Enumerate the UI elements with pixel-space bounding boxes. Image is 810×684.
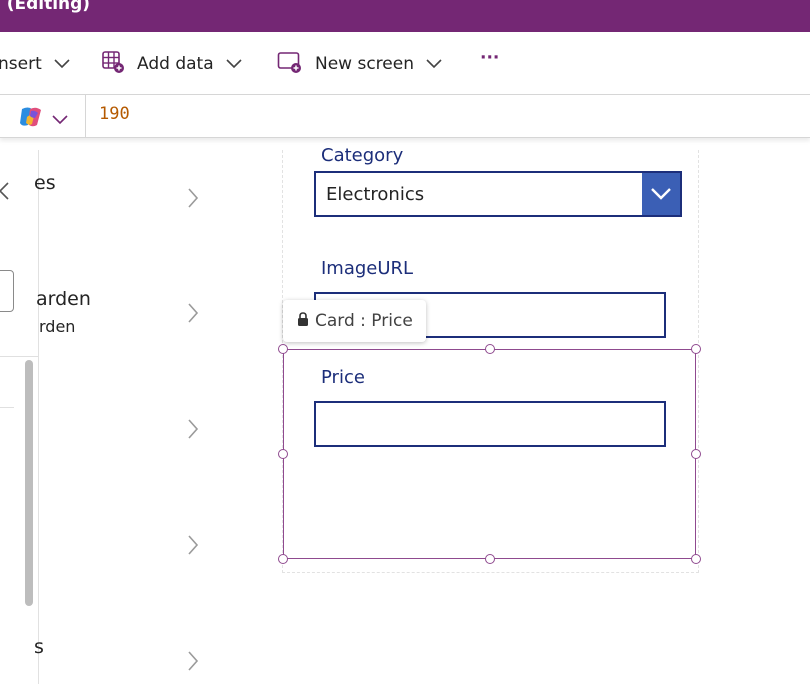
category-dropdown[interactable]: Electronics: [314, 171, 682, 217]
insert-label: nsert: [0, 54, 42, 74]
search-input[interactable]: [0, 270, 14, 312]
more-options-icon: ···: [480, 48, 500, 68]
resize-handle[interactable]: [485, 344, 495, 354]
chevron-right-icon[interactable]: [186, 534, 200, 560]
tree-panel: [0, 150, 39, 684]
add-data-button[interactable]: Add data: [101, 50, 242, 79]
chevron-down-icon: [54, 54, 70, 74]
app-title: ) (Editing): [0, 0, 91, 14]
lock-icon: [297, 311, 309, 331]
resize-handle[interactable]: [691, 554, 701, 564]
new-screen-icon: [277, 50, 303, 79]
resize-handle[interactable]: [278, 554, 288, 564]
chevron-down-icon: [52, 110, 68, 129]
card-tooltip: Card : Price: [283, 300, 426, 342]
new-screen-button[interactable]: New screen: [277, 50, 442, 79]
tree-item-label[interactable]: s: [34, 636, 44, 658]
insert-button[interactable]: nsert: [0, 52, 70, 76]
scrollbar[interactable]: [25, 360, 33, 606]
chevron-right-icon[interactable]: [186, 650, 200, 676]
title-bar: ) (Editing): [0, 0, 810, 32]
more-options-button[interactable]: ···: [480, 46, 499, 70]
resize-handle[interactable]: [278, 344, 288, 354]
chevron-down-icon: [426, 54, 442, 74]
chevron-right-icon[interactable]: [186, 418, 200, 444]
copilot-icon: [18, 105, 44, 133]
tree-item-label[interactable]: arden: [36, 288, 91, 310]
table-add-icon: [101, 50, 125, 79]
divider: [0, 356, 38, 357]
chevron-down-icon: [226, 54, 242, 74]
close-icon[interactable]: [0, 182, 10, 204]
chevron-right-icon[interactable]: [186, 302, 200, 328]
imageurl-label: ImageURL: [321, 258, 414, 279]
category-value: Electronics: [326, 184, 425, 205]
chevron-down-icon[interactable]: [642, 173, 680, 215]
new-screen-label: New screen: [315, 54, 414, 74]
copilot-button[interactable]: [18, 105, 68, 133]
formula-input[interactable]: 190: [99, 104, 130, 124]
add-data-label: Add data: [137, 54, 214, 74]
category-label: Category: [321, 145, 404, 166]
tooltip-text: Card : Price: [315, 311, 413, 331]
resize-handle[interactable]: [485, 554, 495, 564]
price-label: Price: [321, 367, 365, 388]
formula-bar: 190: [0, 95, 810, 138]
tree-item-sublabel: rden: [39, 317, 76, 336]
formula-separator: [85, 95, 86, 137]
chevron-right-icon[interactable]: [186, 187, 200, 213]
resize-handle[interactable]: [691, 449, 701, 459]
command-bar: nsert Add data New screen ···: [0, 32, 810, 95]
resize-handle[interactable]: [278, 449, 288, 459]
tree-item-label[interactable]: es: [34, 172, 56, 194]
resize-handle[interactable]: [691, 344, 701, 354]
price-input[interactable]: [314, 401, 666, 447]
